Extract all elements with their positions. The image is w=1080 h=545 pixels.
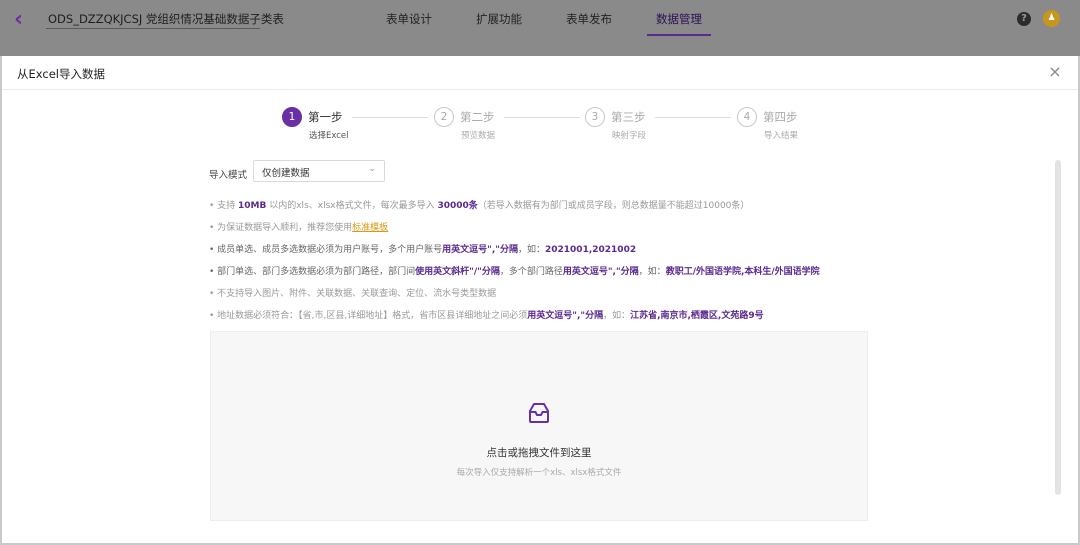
tip-highlight: 用英文逗号","分隔 bbox=[562, 267, 639, 277]
step-number: 3 bbox=[585, 107, 605, 127]
tip-highlight: 用英文逗号","分隔 bbox=[527, 311, 604, 321]
main-tabs: 表单设计 扩展功能 表单发布 数据管理 bbox=[386, 0, 746, 56]
tip-unsupported: • 不支持导入图片、附件、关联数据、关联查询、定位、流水号类型数据 bbox=[209, 286, 496, 299]
chevron-down-icon: ⌄ bbox=[368, 164, 376, 174]
standard-template-link[interactable]: 标准模板 bbox=[352, 223, 388, 233]
tip-template: • 为保证数据导入顺利，推荐您使用标准模板 bbox=[209, 220, 388, 233]
tip-file-limit: • 支持 10MB 以内的xls、xlsx格式文件，每次最多导入 30000条（… bbox=[209, 198, 749, 211]
tip-department: • 部门单选、部门多选数据必须为部门路径，部门间使用英文斜杆"/"分隔，多个部门… bbox=[209, 264, 820, 277]
import-mode-value: 仅创建数据 bbox=[262, 168, 310, 179]
tab-data-management[interactable]: 数据管理 bbox=[647, 0, 711, 38]
tip-highlight: 教职工/外国语学院,本科生/外国语学院 bbox=[665, 267, 820, 277]
step-number: 4 bbox=[737, 107, 757, 127]
import-modal: 从Excel导入数据 × 1 第一步 选择Excel 2 第二步 预览数据 3 … bbox=[0, 56, 1080, 545]
tip-text: • 支持 bbox=[209, 201, 239, 211]
tip-highlight: 10MB bbox=[238, 201, 267, 211]
tip-text: ，如： bbox=[517, 245, 545, 255]
step-title: 第二步 bbox=[460, 110, 495, 124]
close-icon[interactable]: × bbox=[1047, 64, 1063, 80]
tip-text: • 部门单选、部门多选数据必须为部门路径，部门间 bbox=[209, 267, 416, 277]
tip-text: • 地址数据必须符合：【省,市,区县,详细地址】格式，省市区县详细地址之间必须 bbox=[209, 311, 528, 321]
step-subtitle: 选择Excel bbox=[309, 131, 349, 141]
step-subtitle: 映射字段 bbox=[612, 131, 647, 141]
import-mode-select[interactable]: 仅创建数据 ⌄ bbox=[253, 160, 385, 182]
form-title[interactable]: ODS_DZZQKJCSJ 党组织情况基础数据子类表 bbox=[48, 11, 284, 27]
tip-text: • 成员单选、成员多选数据必须为用户账号，多个用户账号 bbox=[209, 245, 443, 255]
tab-extensions[interactable]: 扩展功能 bbox=[476, 0, 522, 38]
tip-text: ，如： bbox=[603, 311, 631, 321]
step-number: 2 bbox=[434, 107, 454, 127]
tip-highlight: 江苏省,南京市,栖霞区,文苑路9号 bbox=[630, 311, 764, 321]
inbox-icon bbox=[529, 403, 549, 423]
step-number: 1 bbox=[282, 107, 302, 127]
tip-address: • 地址数据必须符合：【省,市,区县,详细地址】格式，省市区县详细地址之间必须用… bbox=[209, 308, 764, 321]
step-connector bbox=[352, 117, 428, 118]
scrollbar[interactable] bbox=[1055, 160, 1061, 495]
tip-highlight: 30000条 bbox=[437, 201, 478, 211]
tip-text: • 不支持导入图片、附件、关联数据、关联查询、定位、流水号类型数据 bbox=[209, 289, 497, 299]
step-title: 第三步 bbox=[611, 110, 646, 124]
avatar[interactable]: ♟ bbox=[1043, 10, 1060, 27]
dropzone-title: 点击或拖拽文件到这里 bbox=[486, 447, 592, 459]
step-subtitle: 预览数据 bbox=[461, 131, 496, 141]
modal-header: 从Excel导入数据 × bbox=[2, 56, 1078, 90]
tip-text: • 为保证数据导入顺利，推荐您使用 bbox=[209, 223, 353, 233]
step-title: 第四步 bbox=[763, 110, 798, 124]
step-title: 第一步 bbox=[308, 110, 343, 124]
import-steps: 1 第一步 选择Excel 2 第二步 预览数据 3 第三步 映射字段 4 第四… bbox=[282, 107, 822, 147]
tip-text: （若导入数据有为部门或成员字段，则总数据量不能超过10000条） bbox=[477, 201, 750, 211]
tip-text: 以内的xls、xlsx格式文件，每次最多导入 bbox=[266, 201, 438, 211]
tab-form-publish[interactable]: 表单发布 bbox=[566, 0, 612, 38]
import-mode-label: 导入模式 bbox=[209, 170, 248, 181]
help-icon[interactable]: ? bbox=[1017, 12, 1031, 26]
step-subtitle: 导入结果 bbox=[764, 131, 799, 141]
top-bar: ‹ ODS_DZZQKJCSJ 党组织情况基础数据子类表 表单设计 扩展功能 表… bbox=[0, 0, 1080, 56]
dropzone-subtitle: 每次导入仅支持解析一个xls、xlsx格式文件 bbox=[456, 468, 622, 478]
tip-member: • 成员单选、成员多选数据必须为用户账号，多个用户账号用英文逗号","分隔，如：… bbox=[209, 242, 636, 255]
modal-title: 从Excel导入数据 bbox=[17, 67, 105, 81]
step-connector bbox=[504, 117, 580, 118]
tip-text: ，如： bbox=[638, 267, 666, 277]
title-underline bbox=[46, 28, 260, 29]
tip-text: ，多个部门路径 bbox=[499, 267, 563, 277]
tip-highlight: 2021001,2021002 bbox=[545, 245, 637, 255]
step-connector bbox=[655, 117, 731, 118]
tab-form-design[interactable]: 表单设计 bbox=[386, 0, 432, 38]
back-arrow-icon[interactable]: ‹ bbox=[14, 9, 36, 32]
tip-highlight: 用英文逗号","分隔 bbox=[442, 245, 518, 255]
file-dropzone[interactable]: 点击或拖拽文件到这里 每次导入仅支持解析一个xls、xlsx格式文件 bbox=[210, 331, 868, 521]
tip-highlight: 使用英文斜杆"/"分隔 bbox=[415, 267, 500, 277]
